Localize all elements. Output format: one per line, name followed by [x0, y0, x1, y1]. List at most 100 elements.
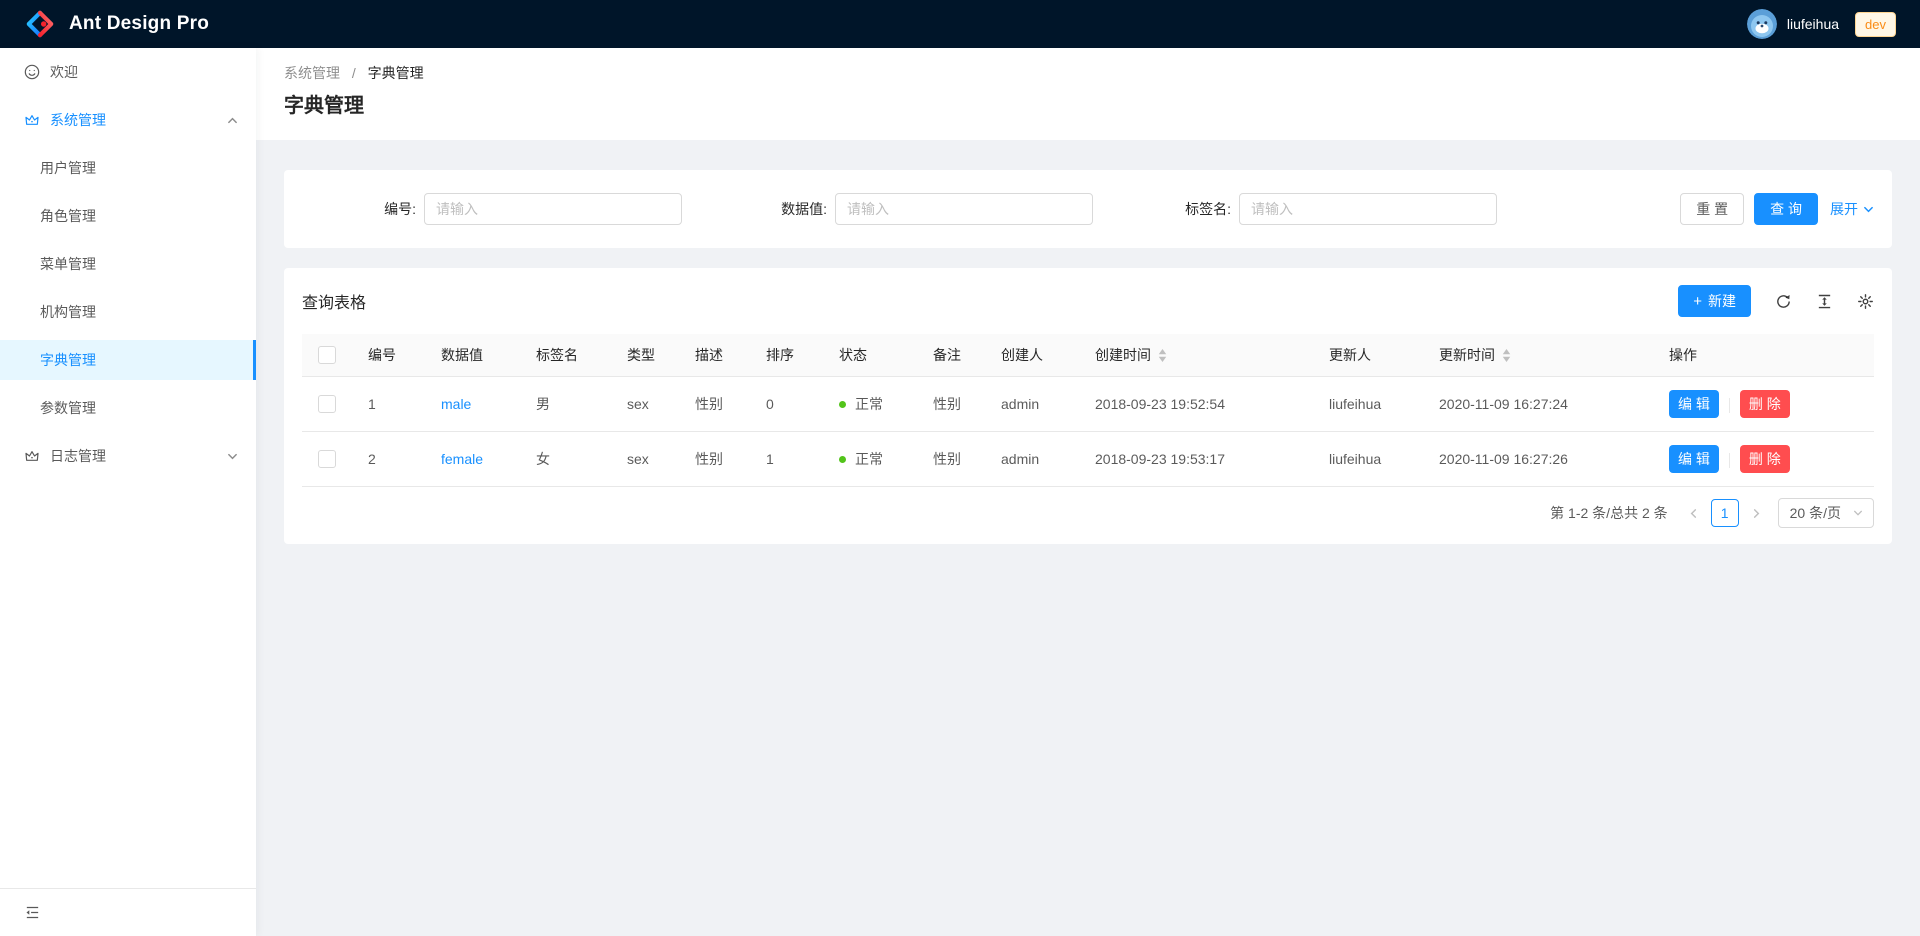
table-row: 1 male 男 sex 性别 0 正常	[302, 377, 1874, 432]
page-title: 字典管理	[284, 92, 1892, 120]
col-header-sort: 排序	[750, 334, 823, 377]
col-header-updater: 更新人	[1313, 334, 1423, 377]
logo[interactable]: Ant Design Pro	[24, 8, 209, 40]
expand-label: 展开	[1830, 199, 1858, 219]
select-all-checkbox[interactable]	[318, 346, 336, 364]
sidebar-item-user-mgmt[interactable]: 用户管理	[0, 148, 256, 188]
filter-input-id[interactable]	[424, 193, 682, 225]
filter-input-value[interactable]	[835, 193, 1093, 225]
plus-icon: +	[1693, 294, 1702, 309]
sidebar-item-label: 菜单管理	[40, 254, 96, 274]
col-header-desc: 描述	[679, 334, 750, 377]
cell-updater: liufeihua	[1313, 432, 1423, 487]
page-header: 系统管理 / 字典管理 字典管理	[256, 48, 1920, 140]
table-toolbar: 查询表格 + 新建	[302, 268, 1874, 334]
expand-link[interactable]: 展开	[1830, 199, 1874, 219]
search-button[interactable]: 查 询	[1754, 193, 1818, 225]
filter-label-value: 数据值:	[755, 199, 827, 219]
cell-creator: admin	[985, 432, 1079, 487]
table-header-row: 编号 数据值 标签名 类型 描述 排序 状态 备注 创建人 创建时间	[302, 334, 1874, 377]
pagination-prev-icon[interactable]	[1682, 508, 1705, 519]
col-header-actions: 操作	[1653, 334, 1874, 377]
col-header-created-label: 创建时间	[1095, 345, 1151, 365]
reload-icon[interactable]	[1775, 293, 1792, 310]
filter-input-label[interactable]	[1239, 193, 1497, 225]
sorter-icon[interactable]	[1158, 349, 1167, 362]
crown-icon	[24, 112, 40, 128]
col-header-status: 状态	[823, 334, 917, 377]
cell-label: 男	[520, 377, 611, 432]
col-header-updated[interactable]: 更新时间	[1423, 334, 1653, 377]
breadcrumb-separator: /	[352, 65, 356, 81]
edit-button[interactable]: 编 辑	[1669, 390, 1719, 418]
settings-gear-icon[interactable]	[1857, 293, 1874, 310]
col-header-creator: 创建人	[985, 334, 1079, 377]
sidebar-item-log[interactable]: 日志管理	[0, 436, 256, 476]
sidebar: 欢迎 系统管理 用户管理 角色管理	[0, 48, 256, 936]
cell-type: sex	[611, 377, 679, 432]
cell-updated: 2020-11-09 16:27:26	[1423, 432, 1653, 487]
page-size-select[interactable]: 20 条/页	[1778, 498, 1874, 528]
sidebar-item-menu-mgmt[interactable]: 菜单管理	[0, 244, 256, 284]
row-checkbox[interactable]	[318, 395, 336, 413]
filter-item-value: 数据值:	[755, 193, 1093, 225]
cell-created: 2018-09-23 19:53:17	[1079, 432, 1313, 487]
sidebar-item-role-mgmt[interactable]: 角色管理	[0, 196, 256, 236]
avatar[interactable]	[1747, 9, 1777, 39]
sidebar-footer	[0, 888, 256, 936]
env-tag: dev	[1855, 12, 1896, 37]
sidebar-item-welcome[interactable]: 欢迎	[0, 52, 256, 92]
col-header-updated-label: 更新时间	[1439, 345, 1495, 365]
pagination: 第 1-2 条/总共 2 条 1 20 条/页	[302, 487, 1874, 544]
username[interactable]: liufeihua	[1787, 16, 1839, 32]
sidebar-item-label: 日志管理	[50, 446, 106, 466]
row-checkbox[interactable]	[318, 450, 336, 468]
table-card-title: 查询表格	[302, 289, 366, 313]
col-header-type: 类型	[611, 334, 679, 377]
delete-button[interactable]: 删 除	[1740, 445, 1790, 473]
breadcrumb-parent[interactable]: 系统管理	[284, 65, 340, 81]
filter-item-label: 标签名:	[1159, 193, 1497, 225]
sidebar-item-org-mgmt[interactable]: 机构管理	[0, 292, 256, 332]
pagination-page-1[interactable]: 1	[1711, 499, 1739, 527]
cell-label: 女	[520, 432, 611, 487]
cell-created: 2018-09-23 19:52:54	[1079, 377, 1313, 432]
cell-desc: 性别	[679, 377, 750, 432]
cell-sort: 1	[750, 432, 823, 487]
cell-value-link[interactable]: female	[441, 451, 483, 467]
cell-sort: 0	[750, 377, 823, 432]
menu-fold-icon[interactable]	[24, 904, 41, 921]
cell-creator: admin	[985, 377, 1079, 432]
sidebar-menu: 欢迎 系统管理 用户管理 角色管理	[0, 48, 256, 888]
status-label: 正常	[855, 449, 883, 469]
sidebar-item-dict-mgmt[interactable]: 字典管理	[0, 340, 256, 380]
sidebar-item-label: 机构管理	[40, 302, 96, 322]
cell-type: sex	[611, 432, 679, 487]
sidebar-item-label: 参数管理	[40, 398, 96, 418]
cell-remark: 性别	[917, 432, 985, 487]
filter-card: 编号: 数据值: 标签名: 重 置 查 询 展开	[284, 170, 1892, 248]
col-header-created[interactable]: 创建时间	[1079, 334, 1313, 377]
col-header-label: 标签名	[520, 334, 611, 377]
chevron-down-icon	[227, 451, 238, 462]
sorter-icon[interactable]	[1502, 349, 1511, 362]
status-label: 正常	[855, 394, 883, 414]
filter-label-label: 标签名:	[1159, 199, 1231, 219]
table-row: 2 female 女 sex 性别 1 正常	[302, 432, 1874, 487]
delete-button[interactable]: 删 除	[1740, 390, 1790, 418]
edit-button[interactable]: 编 辑	[1669, 445, 1719, 473]
new-button[interactable]: + 新建	[1678, 285, 1751, 317]
breadcrumb: 系统管理 / 字典管理	[284, 62, 1892, 84]
cell-value-link[interactable]: male	[441, 396, 471, 412]
sidebar-item-system[interactable]: 系统管理	[0, 100, 256, 140]
action-divider	[1729, 453, 1730, 468]
reset-button[interactable]: 重 置	[1680, 193, 1744, 225]
app-title: Ant Design Pro	[69, 13, 209, 35]
column-height-icon[interactable]	[1816, 293, 1833, 310]
sidebar-item-param-mgmt[interactable]: 参数管理	[0, 388, 256, 428]
cell-id: 2	[352, 432, 425, 487]
cell-remark: 性别	[917, 377, 985, 432]
pagination-next-icon[interactable]	[1745, 508, 1768, 519]
new-button-label: 新建	[1708, 291, 1736, 311]
sidebar-item-label: 欢迎	[50, 62, 78, 82]
